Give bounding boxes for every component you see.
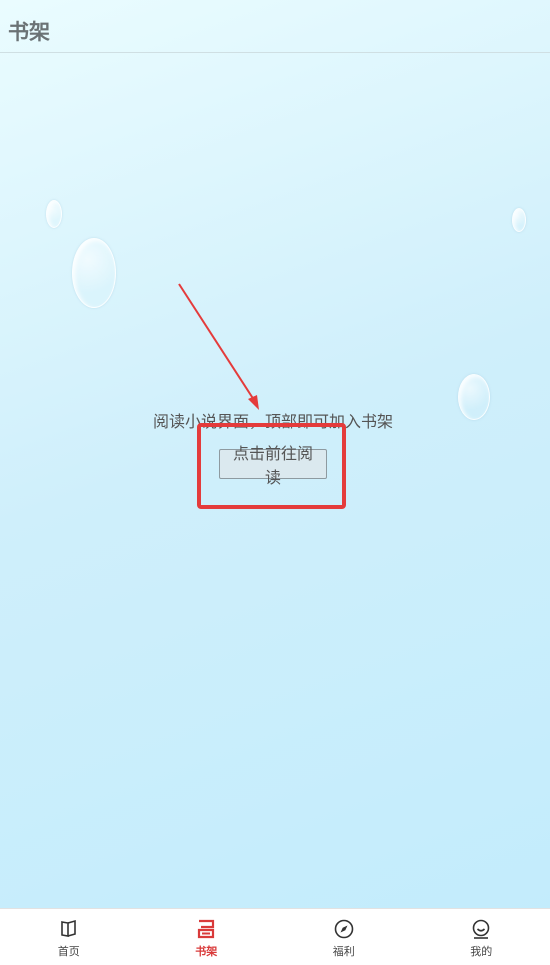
tab-label: 首页 [58, 943, 80, 959]
book-open-icon [58, 918, 80, 940]
tab-label: 福利 [333, 943, 355, 959]
compass-icon [333, 918, 355, 940]
tab-mine[interactable]: 我的 [413, 909, 550, 965]
tab-label: 书架 [195, 943, 217, 959]
go-read-button[interactable]: 点击前往阅读 [219, 449, 327, 479]
tab-bookshelf[interactable]: 书架 [138, 909, 276, 965]
tab-home[interactable]: 首页 [0, 909, 138, 965]
smiley-user-icon [470, 918, 492, 940]
tab-label: 我的 [470, 943, 492, 959]
tab-welfare[interactable]: 福利 [275, 909, 413, 965]
bottom-tab-bar: 首页 书架 福利 我的 [0, 908, 550, 965]
bookshelf-icon [195, 918, 217, 940]
